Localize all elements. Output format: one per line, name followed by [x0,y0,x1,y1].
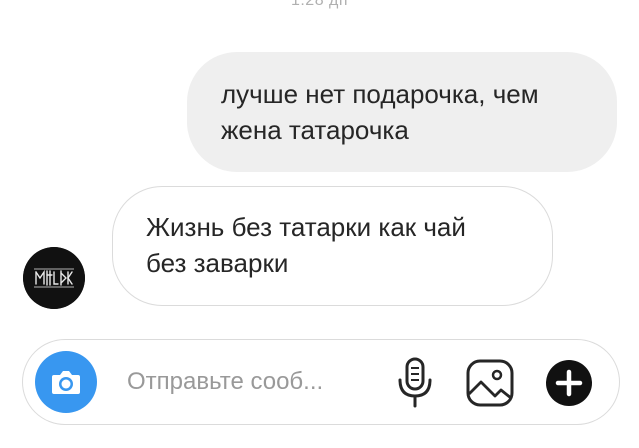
received-message-bubble[interactable]: Жизнь без татарки как чай без заварки [112,186,553,306]
message-timestamp: 1:28 дп [290,0,349,9]
logo-avatar-icon [23,247,85,309]
message-input[interactable] [127,362,377,402]
plus-icon [546,360,592,406]
sent-message-bubble[interactable]: лучше нет подарочка, чем жена татарочка [187,52,617,172]
camera-icon [52,371,80,394]
message-composer [22,339,620,425]
microphone-icon [398,357,432,408]
more-options-button[interactable] [545,359,593,407]
voice-message-button[interactable] [395,356,435,410]
gallery-button[interactable] [465,358,515,408]
camera-button[interactable] [35,351,97,413]
avatar[interactable] [23,247,85,309]
gallery-icon [466,359,514,407]
